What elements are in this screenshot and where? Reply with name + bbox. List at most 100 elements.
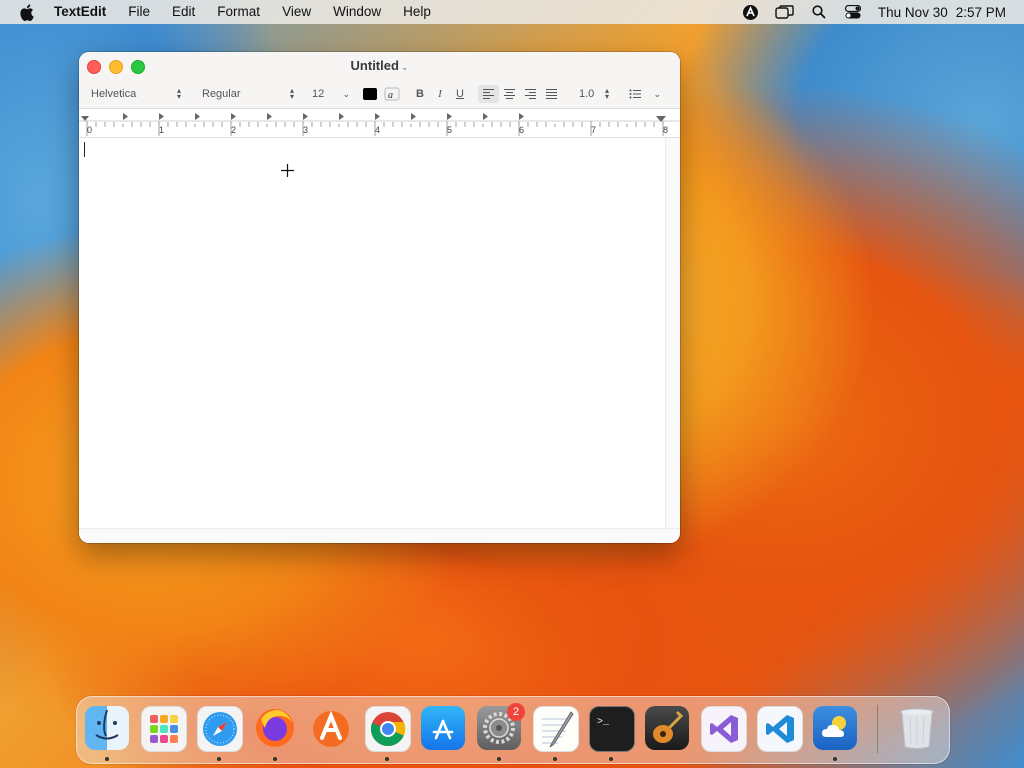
running-indicator <box>553 757 557 761</box>
weather-icon[interactable] <box>813 706 857 750</box>
tab-stop-marker[interactable] <box>123 113 128 120</box>
menu-edit[interactable]: Edit <box>161 0 206 24</box>
menu-view[interactable]: View <box>271 0 322 24</box>
chevron-down-icon: ⌄ <box>653 88 661 99</box>
tab-stop-marker[interactable] <box>375 113 380 120</box>
horizontal-scrollbar[interactable] <box>79 528 680 543</box>
menu-window[interactable]: Window <box>322 0 392 24</box>
running-indicator <box>105 757 109 761</box>
vertical-scrollbar[interactable] <box>665 138 680 529</box>
notification-badge: 2 <box>507 703 525 721</box>
justify-button[interactable] <box>541 85 562 103</box>
garageband-icon[interactable] <box>645 706 689 750</box>
text-color-button[interactable] <box>360 85 380 103</box>
dock: 2 >_ <box>76 696 950 764</box>
justify-icon <box>546 89 557 99</box>
launchpad-icon[interactable] <box>141 706 187 752</box>
running-indicator <box>609 757 613 761</box>
finder-icon[interactable] <box>85 706 129 750</box>
updown-arrows-icon: ▴ ▾ <box>289 86 294 101</box>
running-indicator <box>385 757 389 761</box>
tab-stop-marker[interactable] <box>339 113 344 120</box>
font-family-value: Helvetica <box>91 88 137 100</box>
font-family-popup[interactable]: Helvetica ▴ ▾ <box>87 86 185 102</box>
ruler-label: 0 <box>87 125 93 135</box>
app-store-icon[interactable] <box>421 706 465 750</box>
ruler-label: 2 <box>231 125 237 135</box>
align-left-icon <box>483 89 494 99</box>
font-style-popup[interactable]: Regular ▴ ▾ <box>198 86 298 102</box>
menu-format[interactable]: Format <box>206 0 271 24</box>
line-spacing-popup[interactable]: 1.0 ▴ ▾ <box>575 86 613 102</box>
font-style-value: Regular <box>202 88 241 100</box>
tab-stop-marker[interactable] <box>411 113 416 120</box>
bold-button[interactable]: B <box>410 85 430 103</box>
tab-stop-marker[interactable] <box>231 113 236 120</box>
clock-date: Thu Nov 30 <box>877 4 948 20</box>
highlight-color-button[interactable]: a <box>382 85 402 103</box>
bulleted-list-icon <box>629 89 641 99</box>
ruler-label: 6 <box>519 125 525 135</box>
title-chevron-down-icon[interactable]: ⌄ <box>401 62 409 72</box>
menu-help[interactable]: Help <box>392 0 442 24</box>
ruler-label: 4 <box>375 125 381 135</box>
crosshair-cursor-icon <box>281 164 294 177</box>
menu-file[interactable]: File <box>117 0 161 24</box>
screen-mirroring-icon[interactable] <box>768 5 802 19</box>
align-right-button[interactable] <box>520 85 541 103</box>
visual-studio-icon[interactable] <box>701 706 747 752</box>
vpn-icon[interactable] <box>734 4 768 21</box>
font-size-combo[interactable]: 12 ⌄ <box>308 86 354 102</box>
window-title[interactable]: Untitled ⌄ <box>79 58 680 73</box>
updown-arrows-icon: ▴ ▾ <box>176 86 181 101</box>
tab-stop-marker[interactable] <box>303 113 308 120</box>
underline-button[interactable]: U <box>450 85 470 103</box>
trash-icon[interactable] <box>895 706 939 750</box>
vscode-icon[interactable] <box>757 706 803 752</box>
chrome-icon[interactable] <box>365 706 411 752</box>
align-center-button[interactable] <box>499 85 520 103</box>
menu-app-name[interactable]: TextEdit <box>52 0 117 24</box>
document-text-area[interactable] <box>79 138 666 529</box>
running-indicator <box>217 757 221 761</box>
textedit-window: Untitled ⌄ Helvetica ▴ ▾ Regular ▴ ▾ 12 ⌄ a… <box>79 52 680 543</box>
align-left-button[interactable] <box>478 85 499 103</box>
list-style-popup[interactable]: ⌄ <box>625 86 665 102</box>
italic-button[interactable]: I <box>430 85 450 103</box>
clock-time: 2:57 PM <box>955 4 1006 20</box>
window-titlebar[interactable]: Untitled ⌄ Helvetica ▴ ▾ Regular ▴ ▾ 12 ⌄ a… <box>79 52 680 109</box>
text-color-swatch <box>363 88 377 100</box>
format-toolbar: Helvetica ▴ ▾ Regular ▴ ▾ 12 ⌄ a B I U 1… <box>87 85 672 103</box>
ruler-label: 8 <box>663 125 669 135</box>
font-size-value: 12 <box>312 88 325 100</box>
textedit-icon[interactable] <box>533 706 579 752</box>
avast-icon[interactable] <box>309 706 353 750</box>
firefox-icon[interactable] <box>253 706 297 750</box>
running-indicator <box>833 757 837 761</box>
tab-stop-marker[interactable] <box>159 113 164 120</box>
dock-separator <box>877 705 878 753</box>
tab-stop-marker[interactable] <box>447 113 452 120</box>
apple-menu-icon[interactable] <box>0 3 52 21</box>
tab-stop-marker[interactable] <box>267 113 272 120</box>
terminal-icon[interactable]: >_ <box>589 706 635 752</box>
ruler-label: 3 <box>303 125 309 135</box>
align-right-icon <box>525 89 536 99</box>
highlighter-icon: a <box>384 87 400 101</box>
tab-stop-marker[interactable] <box>483 113 488 120</box>
control-center-icon[interactable] <box>836 5 870 19</box>
svg-text:>_: >_ <box>597 717 610 728</box>
updown-arrows-icon: ▴ ▾ <box>604 86 609 101</box>
ruler-label: 7 <box>591 125 597 135</box>
menu-bar: TextEdit File Edit Format View Window He… <box>0 0 1024 24</box>
safari-icon[interactable] <box>197 706 243 752</box>
tab-stop-marker[interactable] <box>195 113 200 120</box>
ruler[interactable]: 0 1 2 3 4 5 6 7 8 <box>79 109 680 138</box>
tab-stop-marker[interactable] <box>519 113 524 120</box>
ruler-label: 1 <box>159 125 165 135</box>
running-indicator <box>273 757 277 761</box>
ruler-label: 5 <box>447 125 453 135</box>
menu-clock[interactable]: Thu Nov 30 2:57 PM <box>878 5 1006 20</box>
chevron-down-icon: ⌄ <box>342 88 350 99</box>
spotlight-search-icon[interactable] <box>802 5 836 19</box>
